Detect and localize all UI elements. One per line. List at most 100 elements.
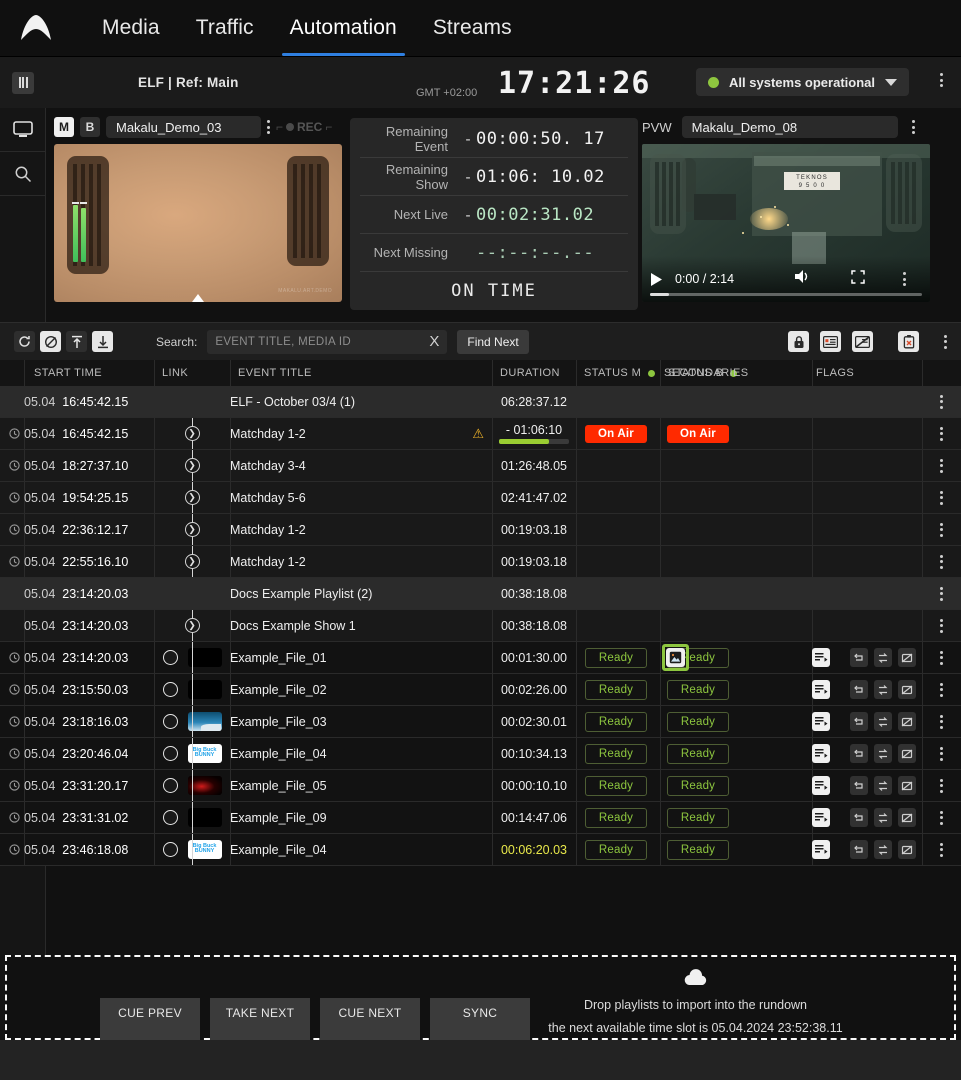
table-row[interactable]: 05.0416:45:42.15ELF - October 03/4 (1)06…: [0, 386, 961, 418]
cell-link[interactable]: ❯: [154, 514, 230, 545]
rail-search-button[interactable]: [0, 152, 45, 196]
cell-status-m[interactable]: Ready: [576, 738, 656, 769]
nav-item-streams[interactable]: Streams: [415, 0, 530, 56]
cell-status-m[interactable]: Ready: [576, 770, 656, 801]
playlist-queue-icon[interactable]: [812, 712, 830, 731]
cell-flags[interactable]: [812, 450, 922, 481]
program-name-field[interactable]: Makalu_Demo_03: [106, 116, 261, 138]
no-signal-icon[interactable]: [898, 744, 916, 763]
cell-link[interactable]: [154, 642, 230, 673]
preview-more-menu-button[interactable]: [912, 120, 915, 134]
cell-status-m[interactable]: [576, 610, 656, 641]
cell-flags[interactable]: [812, 802, 922, 833]
table-row[interactable]: 05.0423:18:16.03Example_File_0300:02:30.…: [0, 706, 961, 738]
cell-status-m[interactable]: Ready: [576, 706, 656, 737]
table-row[interactable]: 05.0423:31:20.17Example_File_0500:00:10.…: [0, 770, 961, 802]
cell-event-title[interactable]: Matchday 1-2: [230, 546, 492, 577]
transition-icon[interactable]: [874, 648, 892, 667]
row-clock-icon[interactable]: [4, 642, 24, 673]
cell-secondaries[interactable]: [660, 770, 812, 801]
cell-event-title[interactable]: Matchday 1-2⚠: [230, 418, 492, 449]
cell-secondaries[interactable]: [660, 642, 812, 673]
cell-status-m[interactable]: [576, 450, 656, 481]
cell-secondaries[interactable]: [660, 578, 812, 609]
header-start-time[interactable]: START TIME: [34, 360, 154, 386]
cell-link[interactable]: [154, 706, 230, 737]
table-row[interactable]: 05.0418:27:37.10❯Matchday 3-401:26:48.05: [0, 450, 961, 482]
row-more-menu-button[interactable]: [922, 450, 961, 481]
transition-icon[interactable]: [874, 744, 892, 763]
header-link[interactable]: LINK: [162, 360, 232, 386]
cell-secondaries[interactable]: [660, 738, 812, 769]
loop-icon[interactable]: [850, 808, 868, 827]
playlist-queue-icon[interactable]: [812, 744, 830, 763]
cell-event-title[interactable]: Matchday 3-4: [230, 450, 492, 481]
row-clock-icon[interactable]: [4, 834, 24, 865]
clear-search-icon[interactable]: X: [429, 333, 439, 350]
no-clock-icon[interactable]: [40, 331, 61, 352]
table-row[interactable]: 05.0423:14:20.03Docs Example Playlist (2…: [0, 578, 961, 610]
cell-event-title[interactable]: Example_File_04: [230, 738, 492, 769]
header-flags[interactable]: FLAGS: [816, 360, 916, 386]
clip-thumbnail[interactable]: [188, 808, 222, 827]
table-row[interactable]: 05.0416:45:42.15❯Matchday 1-2⚠- 01:06:10…: [0, 418, 961, 450]
clip-thumbnail[interactable]: [188, 712, 222, 731]
rail-monitor-button[interactable]: [0, 108, 45, 152]
table-row[interactable]: 05.0423:31:31.02Example_File_0900:14:47.…: [0, 802, 961, 834]
cell-event-title[interactable]: Example_File_01: [230, 642, 492, 673]
cell-link[interactable]: [154, 386, 230, 417]
row-clock-icon[interactable]: [4, 706, 24, 737]
card-list-icon[interactable]: [820, 331, 841, 352]
search-input[interactable]: [215, 336, 415, 348]
row-more-menu-button[interactable]: [922, 802, 961, 833]
header-status-m[interactable]: STATUS M: [584, 360, 664, 386]
cell-event-title[interactable]: Example_File_05: [230, 770, 492, 801]
cell-secondaries[interactable]: [660, 706, 812, 737]
header-event-title[interactable]: EVENT TITLE: [238, 360, 488, 386]
cell-link[interactable]: ❯: [154, 482, 230, 513]
fullscreen-icon[interactable]: [851, 270, 865, 289]
nav-item-media[interactable]: Media: [84, 0, 178, 56]
cell-secondaries[interactable]: [660, 514, 812, 545]
loop-icon[interactable]: [850, 712, 868, 731]
row-clock-icon[interactable]: [4, 450, 24, 481]
find-next-button[interactable]: Find Next: [457, 330, 528, 354]
cell-event-title[interactable]: Example_File_03: [230, 706, 492, 737]
cell-event-title[interactable]: Example_File_09: [230, 802, 492, 833]
no-signal-icon[interactable]: [898, 776, 916, 795]
cell-flags[interactable]: [812, 610, 922, 641]
program-b-button[interactable]: B: [80, 117, 100, 137]
cell-event-title[interactable]: Matchday 5-6: [230, 482, 492, 513]
clip-thumbnail[interactable]: [188, 680, 222, 699]
cell-event-title[interactable]: Docs Example Show 1: [230, 610, 492, 641]
cell-status-m[interactable]: [576, 482, 656, 513]
cell-secondaries[interactable]: [660, 546, 812, 577]
table-row[interactable]: 05.0423:20:46.04Big BuckBUNNYExample_Fil…: [0, 738, 961, 770]
delete-clipboard-icon[interactable]: [898, 331, 919, 352]
refresh-icon[interactable]: [14, 331, 35, 352]
cell-link[interactable]: Big BuckBUNNY: [154, 834, 230, 865]
search-box[interactable]: X: [207, 330, 447, 354]
move-to-top-icon[interactable]: [66, 331, 87, 352]
app-logo-icon[interactable]: [14, 8, 58, 48]
cell-link[interactable]: [154, 674, 230, 705]
row-more-menu-button[interactable]: [922, 770, 961, 801]
row-more-menu-button[interactable]: [922, 482, 961, 513]
preview-player-menu-button[interactable]: [903, 272, 906, 286]
table-row[interactable]: 05.0419:54:25.15❯Matchday 5-602:41:47.02: [0, 482, 961, 514]
cell-event-title[interactable]: Matchday 1-2: [230, 514, 492, 545]
cell-status-m[interactable]: Ready: [576, 642, 656, 673]
no-signal-icon[interactable]: [898, 712, 916, 731]
volume-icon[interactable]: [794, 269, 811, 289]
loop-icon[interactable]: [850, 744, 868, 763]
clip-thumbnail[interactable]: [188, 648, 222, 667]
row-more-menu-button[interactable]: [922, 418, 961, 449]
playlist-queue-icon[interactable]: [812, 648, 830, 667]
preview-progress-scrubber[interactable]: [650, 293, 922, 296]
columns-toggle-button[interactable]: [12, 72, 34, 94]
row-more-menu-button[interactable]: [922, 514, 961, 545]
move-to-bottom-icon[interactable]: [92, 331, 113, 352]
table-row[interactable]: 05.0423:46:18.08Big BuckBUNNYExample_Fil…: [0, 834, 961, 866]
cell-status-m[interactable]: Ready: [576, 802, 656, 833]
cell-flags[interactable]: [812, 674, 922, 705]
